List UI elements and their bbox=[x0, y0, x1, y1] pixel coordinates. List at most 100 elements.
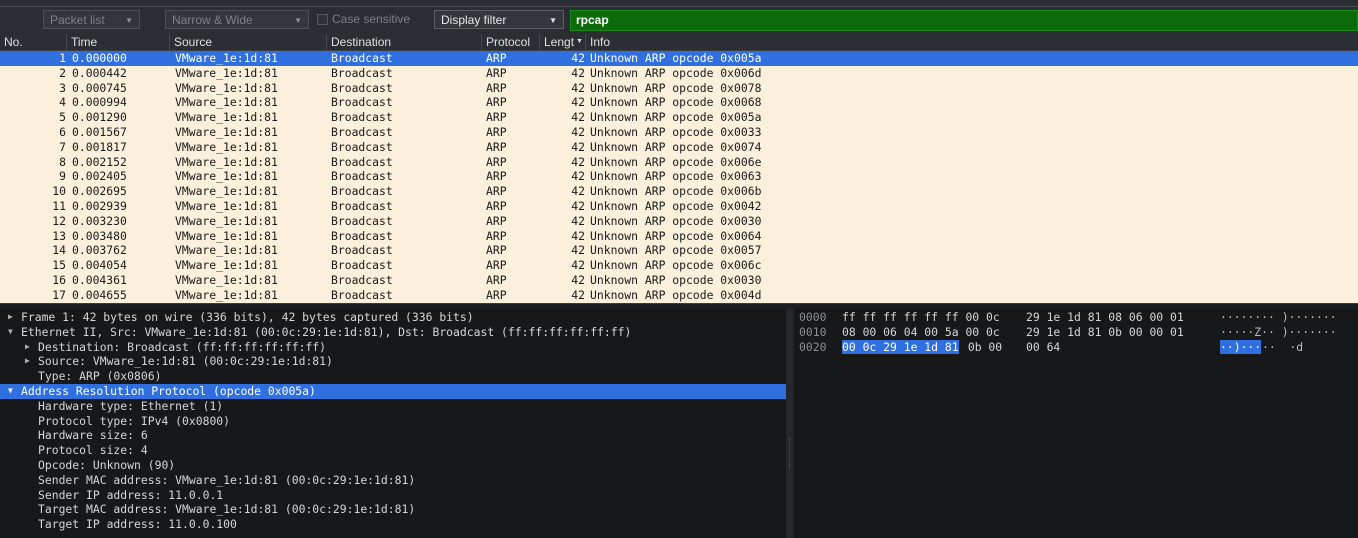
packet-no-cell: 1 bbox=[59, 51, 66, 65]
packet-row[interactable]: 6 0.001567 VMware_1e:1d:81 Broadcast ARP 42 Un… bbox=[0, 125, 1358, 140]
detail-tree-item[interactable]: ▶ Destination: Broadcast (ff:ff:ff:ff:ff:… bbox=[0, 340, 786, 355]
packet-info-cell: Unknown ARP opcode 0x006e bbox=[590, 154, 762, 169]
hex-ascii: ·····Z·· )······· bbox=[1220, 324, 1337, 339]
detail-tree-item[interactable]: Sender IP address: 11.0.0.1 bbox=[0, 488, 786, 503]
packet-protocol-cell: ARP bbox=[486, 95, 507, 110]
packet-info-cell: Unknown ARP opcode 0x0030 bbox=[590, 273, 762, 287]
packet-length-cell: 42 bbox=[571, 95, 585, 110]
packet-length-cell: 42 bbox=[571, 51, 585, 65]
pane-splitter-vertical[interactable] bbox=[786, 309, 794, 538]
column-header-source[interactable]: Source bbox=[170, 34, 327, 50]
packet-time-cell: 0.000442 bbox=[72, 65, 127, 80]
column-header-info[interactable]: Info bbox=[586, 34, 1358, 50]
splitter-grip-icon bbox=[789, 439, 792, 469]
packet-row[interactable]: 12 0.003230 VMware_1e:1d:81 Broadcast ARP 42 U… bbox=[0, 214, 1358, 229]
character-width-value: Narrow & Wide bbox=[172, 13, 253, 27]
column-header-time[interactable]: Time bbox=[67, 34, 170, 50]
packet-destination-cell: Broadcast bbox=[331, 169, 393, 184]
packet-row[interactable]: 9 0.002405 VMware_1e:1d:81 Broadcast ARP 42 Un… bbox=[0, 169, 1358, 184]
packet-no-cell: 14 bbox=[52, 243, 66, 258]
packet-row[interactable]: 4 0.000994 VMware_1e:1d:81 Broadcast ARP 42 Un… bbox=[0, 95, 1358, 110]
packet-bytes-pane: 0000 ff ff ff ff ff ff 00 0c 29 1e 1d 81 0… bbox=[794, 309, 1358, 538]
packet-source-cell: VMware_1e:1d:81 bbox=[175, 110, 278, 125]
expand-arrow-down-icon[interactable]: ▼ bbox=[8, 325, 13, 340]
packet-info-cell: Unknown ARP opcode 0x0068 bbox=[590, 95, 762, 110]
packet-protocol-cell: ARP bbox=[486, 199, 507, 213]
detail-tree-item[interactable]: ▶ Source: VMware_1e:1d:81 (00:0c:29:1e:1d… bbox=[0, 354, 786, 369]
packet-source-cell: VMware_1e:1d:81 bbox=[175, 169, 278, 184]
search-type-combo[interactable]: Display filter ▼ bbox=[434, 10, 564, 29]
packet-info-cell: Unknown ARP opcode 0x0063 bbox=[590, 169, 762, 184]
packet-protocol-cell: ARP bbox=[486, 139, 507, 154]
detail-tree-item[interactable]: ▼ Ethernet II, Src: VMware_1e:1d:81 (00:0… bbox=[0, 325, 786, 340]
packet-source-cell: VMware_1e:1d:81 bbox=[175, 125, 278, 139]
hex-bytes-first-half: 08 00 06 04 00 5a 00 0c bbox=[842, 324, 1000, 339]
packet-info-cell: Unknown ARP opcode 0x004d bbox=[590, 287, 762, 302]
packet-row[interactable]: 11 0.002939 VMware_1e:1d:81 Broadcast ARP 42 U… bbox=[0, 199, 1358, 214]
detail-tree-item[interactable]: ▶ Frame 1: 42 bytes on wire (336 bits), 4… bbox=[0, 310, 786, 325]
chevron-down-icon: ▼ bbox=[294, 16, 302, 25]
packet-time-cell: 0.002405 bbox=[72, 169, 127, 184]
expand-arrow-right-icon[interactable]: ▶ bbox=[25, 354, 30, 369]
search-input[interactable]: rpcap bbox=[570, 10, 1358, 31]
packet-row[interactable]: 1 0.000000 VMware_1e:1d:81 Broadcast ARP 42 Un… bbox=[0, 51, 1358, 66]
packet-protocol-cell: ARP bbox=[486, 80, 507, 95]
detail-tree-item[interactable]: Protocol size: 4 bbox=[0, 443, 786, 458]
packet-row[interactable]: 13 0.003480 VMware_1e:1d:81 Broadcast ARP 42 U… bbox=[0, 229, 1358, 244]
packet-source-cell: VMware_1e:1d:81 bbox=[175, 213, 278, 228]
hex-bytes-first-half-rest: 0b 00 bbox=[961, 339, 1003, 354]
packet-length-cell: 42 bbox=[571, 243, 585, 258]
packet-info-cell: Unknown ARP opcode 0x0078 bbox=[590, 80, 762, 95]
packet-row[interactable]: 5 0.001290 VMware_1e:1d:81 Broadcast ARP 42 Un… bbox=[0, 110, 1358, 125]
packet-row[interactable]: 2 0.000442 VMware_1e:1d:81 Broadcast ARP 42 Un… bbox=[0, 66, 1358, 81]
hex-dump-line[interactable]: 0020 00 0c 29 1e 1d 81 0b 00 00 64 ··)··· ··… bbox=[794, 339, 1358, 355]
detail-tree-label: Sender MAC address: VMware_1e:1d:81 (00:… bbox=[38, 472, 416, 487]
hex-dump-line[interactable]: 0010 08 00 06 04 00 5a 00 0c 29 1e 1d 81 0… bbox=[794, 325, 1358, 340]
detail-tree-item[interactable]: ▼ Address Resolution Protocol (opcode 0x0… bbox=[0, 384, 786, 399]
character-width-combo[interactable]: Narrow & Wide ▼ bbox=[165, 10, 309, 29]
packet-time-cell: 0.002939 bbox=[72, 199, 127, 213]
packet-row[interactable]: 17 0.004655 VMware_1e:1d:81 Broadcast ARP 42 U… bbox=[0, 288, 1358, 303]
expand-arrow-right-icon[interactable]: ▶ bbox=[25, 340, 30, 355]
chevron-down-icon: ▼ bbox=[125, 16, 133, 25]
packet-row[interactable]: 14 0.003762 VMware_1e:1d:81 Broadcast ARP 42 U… bbox=[0, 243, 1358, 258]
packet-length-cell: 42 bbox=[571, 110, 585, 125]
packet-protocol-cell: ARP bbox=[486, 213, 507, 228]
expand-arrow-down-icon[interactable]: ▼ bbox=[8, 384, 13, 399]
packet-length-cell: 42 bbox=[571, 228, 585, 243]
detail-tree-item[interactable]: Protocol type: IPv4 (0x0800) bbox=[0, 414, 786, 429]
detail-tree-label: Target IP address: 11.0.0.100 bbox=[38, 517, 237, 532]
detail-tree-item[interactable]: Sender MAC address: VMware_1e:1d:81 (00:… bbox=[0, 473, 786, 488]
case-sensitive-checkbox[interactable] bbox=[317, 14, 328, 25]
packet-row[interactable]: 3 0.000745 VMware_1e:1d:81 Broadcast ARP 42 Un… bbox=[0, 81, 1358, 96]
packet-time-cell: 0.002152 bbox=[72, 154, 127, 169]
packet-details-pane: ▶ Frame 1: 42 bytes on wire (336 bits), 4… bbox=[0, 309, 786, 538]
column-header-protocol[interactable]: Protocol bbox=[482, 34, 540, 50]
detail-tree-item[interactable]: Opcode: Unknown (90) bbox=[0, 458, 786, 473]
packet-source-cell: VMware_1e:1d:81 bbox=[175, 95, 278, 110]
hex-bytes-second-half: 29 1e 1d 81 08 06 00 01 bbox=[1026, 310, 1184, 324]
detail-tree-item[interactable]: Hardware size: 6 bbox=[0, 428, 786, 443]
packet-time-cell: 0.000745 bbox=[72, 80, 127, 95]
detail-tree-item[interactable]: Hardware type: Ethernet (1) bbox=[0, 399, 786, 414]
column-header-no[interactable]: No. bbox=[0, 34, 67, 50]
column-header-destination[interactable]: Destination bbox=[327, 34, 482, 50]
packet-row[interactable]: 8 0.002152 VMware_1e:1d:81 Broadcast ARP 42 Un… bbox=[0, 155, 1358, 170]
search-in-combo[interactable]: Packet list ▼ bbox=[43, 10, 140, 29]
column-header-length[interactable]: Lengt ▼ bbox=[540, 34, 586, 50]
packet-destination-cell: Broadcast bbox=[331, 95, 393, 110]
detail-tree-item[interactable]: Target MAC address: VMware_1e:1d:81 (00:… bbox=[0, 502, 786, 517]
packet-length-cell: 42 bbox=[571, 199, 585, 213]
hex-offset: 0020 bbox=[799, 339, 827, 354]
packet-row[interactable]: 16 0.004361 VMware_1e:1d:81 Broadcast ARP 42 U… bbox=[0, 273, 1358, 288]
packet-row[interactable]: 10 0.002695 VMware_1e:1d:81 Broadcast ARP 42 U… bbox=[0, 184, 1358, 199]
packet-source-cell: VMware_1e:1d:81 bbox=[175, 228, 278, 243]
packet-no-cell: 12 bbox=[52, 213, 66, 228]
detail-tree-item[interactable]: Target IP address: 11.0.0.100 bbox=[0, 517, 786, 532]
packet-row[interactable]: 7 0.001817 VMware_1e:1d:81 Broadcast ARP 42 Un… bbox=[0, 140, 1358, 155]
expand-arrow-right-icon[interactable]: ▶ bbox=[8, 310, 13, 325]
packet-row[interactable]: 15 0.004054 VMware_1e:1d:81 Broadcast ARP 42 U… bbox=[0, 258, 1358, 273]
hex-ascii-highlighted: ··)··· bbox=[1220, 339, 1262, 355]
detail-tree-item[interactable]: Type: ARP (0x0806) bbox=[0, 369, 786, 384]
hex-dump-line[interactable]: 0000 ff ff ff ff ff ff 00 0c 29 1e 1d 81 0… bbox=[794, 310, 1358, 325]
